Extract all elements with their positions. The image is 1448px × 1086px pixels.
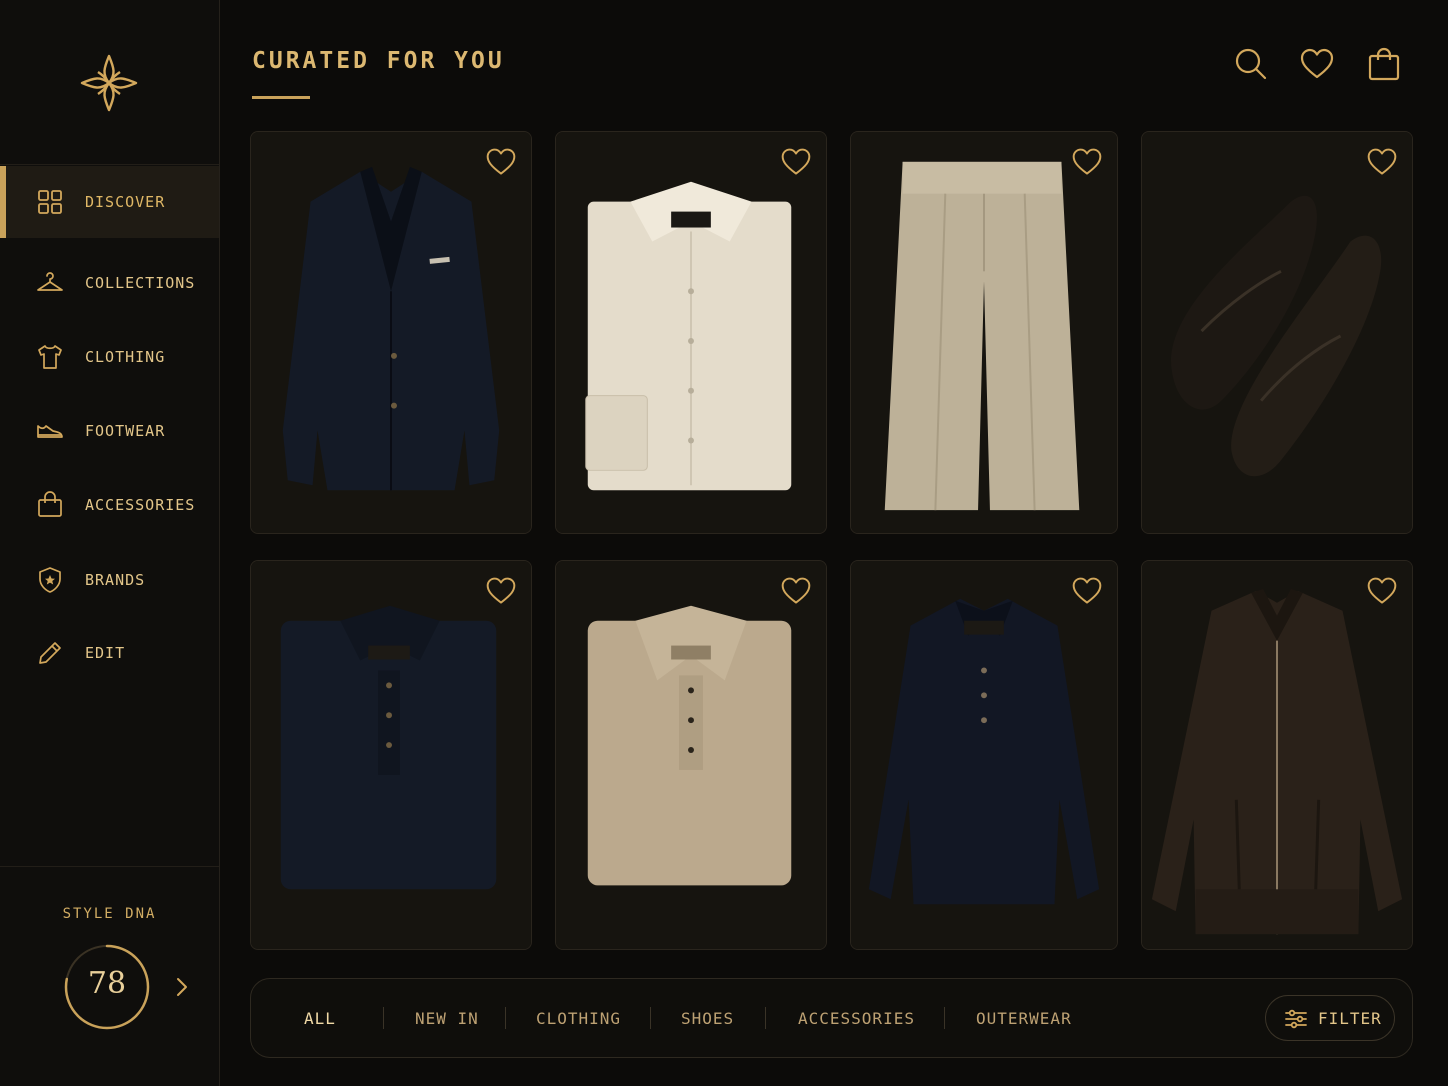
sidebar-item-label: BRANDS [85, 571, 146, 589]
chevron-right-icon[interactable] [170, 974, 194, 1000]
favorite-heart-icon[interactable] [1366, 146, 1398, 178]
quatrefoil-star-icon[interactable] [78, 52, 140, 114]
sliders-icon [1285, 1009, 1307, 1029]
sidebar-item-discover[interactable]: DISCOVER [0, 166, 219, 238]
tab-separator [944, 1007, 945, 1029]
sidebar-item-label: EDIT [85, 644, 126, 662]
sidebar-item-label: CLOTHING [85, 348, 166, 366]
sidebar-divider [0, 164, 219, 165]
sidebar-item-footwear[interactable]: FOOTWEAR [0, 395, 219, 467]
shirt-image [556, 132, 826, 533]
sidebar-item-label: ACCESSORIES [85, 496, 196, 514]
tab-shoes[interactable]: SHOES [681, 1009, 734, 1028]
polo-image [251, 561, 531, 949]
shoe-icon [37, 425, 63, 438]
product-card-leather-jacket[interactable] [1141, 560, 1413, 950]
sidebar-item-edit[interactable]: EDIT [0, 617, 219, 689]
shopping-bag-icon[interactable] [1366, 46, 1402, 82]
heart-icon[interactable] [1299, 46, 1335, 82]
sidebar-item-accessories[interactable]: ACCESSORIES [0, 469, 219, 541]
search-icon[interactable] [1233, 46, 1269, 82]
filter-label: FILTER [1318, 1009, 1382, 1028]
product-card-trousers[interactable] [850, 131, 1118, 534]
product-card-navy-polo[interactable] [250, 560, 532, 950]
style-dna-score: 78 [87, 966, 127, 1001]
polo-longsleeve-image [851, 561, 1117, 949]
leather-jacket-image [1142, 561, 1412, 949]
hanger-icon [37, 272, 63, 291]
loafers-image [1142, 132, 1412, 533]
tab-clothing[interactable]: CLOTHING [536, 1009, 621, 1028]
title-underline [252, 96, 310, 99]
product-card-longsleeve-polo[interactable] [850, 560, 1118, 950]
tab-separator [765, 1007, 766, 1029]
favorite-heart-icon[interactable] [1071, 575, 1103, 607]
filter-button[interactable]: FILTER [1265, 995, 1395, 1041]
favorite-heart-icon[interactable] [780, 146, 812, 178]
sidebar: DISCOVER COLLECTIONS CLOTHING FOOTWEAR A… [0, 0, 220, 1086]
favorite-heart-icon[interactable] [485, 146, 517, 178]
favorite-heart-icon[interactable] [780, 575, 812, 607]
product-card-blazer[interactable] [250, 131, 532, 534]
tab-accessories[interactable]: ACCESSORIES [798, 1009, 915, 1028]
tab-all[interactable]: ALL [304, 1009, 336, 1028]
category-filter-bar: ALL NEW IN CLOTHING SHOES ACCESSORIES OU… [250, 978, 1413, 1058]
sidebar-item-collections[interactable]: COLLECTIONS [0, 247, 219, 319]
tab-separator [650, 1007, 651, 1029]
tab-separator [383, 1007, 384, 1029]
bag-icon [38, 491, 62, 517]
favorite-heart-icon[interactable] [485, 575, 517, 607]
sidebar-divider [0, 866, 219, 867]
tab-outerwear[interactable]: OUTERWEAR [976, 1009, 1072, 1028]
page-title: CURATED FOR YOU [252, 48, 505, 74]
sidebar-item-label: COLLECTIONS [85, 274, 196, 292]
shield-star-icon [39, 567, 61, 593]
tab-new-in[interactable]: NEW IN [415, 1009, 479, 1028]
sidebar-item-brands[interactable]: BRANDS [0, 544, 219, 616]
sidebar-item-label: DISCOVER [85, 193, 166, 211]
pencil-icon [39, 642, 61, 664]
sidebar-item-label: FOOTWEAR [85, 422, 166, 440]
sidebar-item-clothing[interactable]: CLOTHING [0, 321, 219, 393]
grid-icon [38, 190, 62, 214]
tshirt-icon [38, 345, 62, 369]
tab-separator [505, 1007, 506, 1029]
product-card-dress-shirt[interactable] [555, 131, 827, 534]
product-card-loafers[interactable] [1141, 131, 1413, 534]
favorite-heart-icon[interactable] [1071, 146, 1103, 178]
product-card-beige-polo[interactable] [555, 560, 827, 950]
trousers-image [851, 132, 1117, 533]
polo-image [556, 561, 826, 949]
blazer-image [251, 132, 531, 533]
favorite-heart-icon[interactable] [1366, 575, 1398, 607]
style-dna-title: STYLE DNA [62, 906, 157, 922]
